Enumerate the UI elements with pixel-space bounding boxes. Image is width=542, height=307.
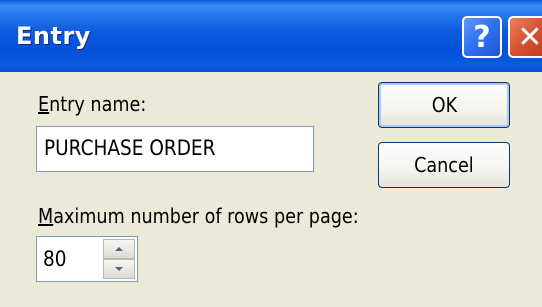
ok-button[interactable]: OK	[378, 82, 510, 128]
help-icon: ?	[473, 19, 491, 55]
spin-down-button[interactable]	[103, 259, 135, 279]
max-rows-label: Maximum number of rows per page:	[38, 204, 359, 228]
entry-name-label-text: ntry name:	[49, 92, 147, 116]
max-rows-label-text: aximum number of rows per page:	[53, 204, 359, 228]
chevron-down-icon	[115, 267, 123, 271]
title-bar[interactable]: Entry ? ✕	[0, 0, 542, 72]
chevron-up-icon	[115, 247, 123, 251]
cancel-button[interactable]: Cancel	[378, 142, 510, 188]
cancel-button-label: Cancel	[414, 153, 474, 177]
help-button[interactable]: ?	[462, 16, 502, 58]
max-rows-value: 80	[43, 247, 67, 271]
entry-name-accelerator: E	[38, 92, 50, 116]
ok-button-label: OK	[431, 93, 457, 117]
spin-up-button[interactable]	[103, 239, 135, 259]
entry-name-label: Entry name:	[38, 92, 146, 116]
max-rows-accelerator: M	[38, 204, 54, 228]
close-icon: ✕	[517, 19, 542, 55]
entry-name-value: PURCHASE ORDER	[44, 136, 216, 160]
close-button[interactable]: ✕	[508, 16, 542, 58]
max-rows-stepper[interactable]: 80	[36, 236, 138, 282]
entry-dialog: Entry ? ✕ Entry name: PURCHASE ORDER OK …	[0, 0, 542, 307]
dialog-title: Entry	[16, 22, 91, 50]
entry-name-input[interactable]: PURCHASE ORDER	[36, 126, 314, 172]
